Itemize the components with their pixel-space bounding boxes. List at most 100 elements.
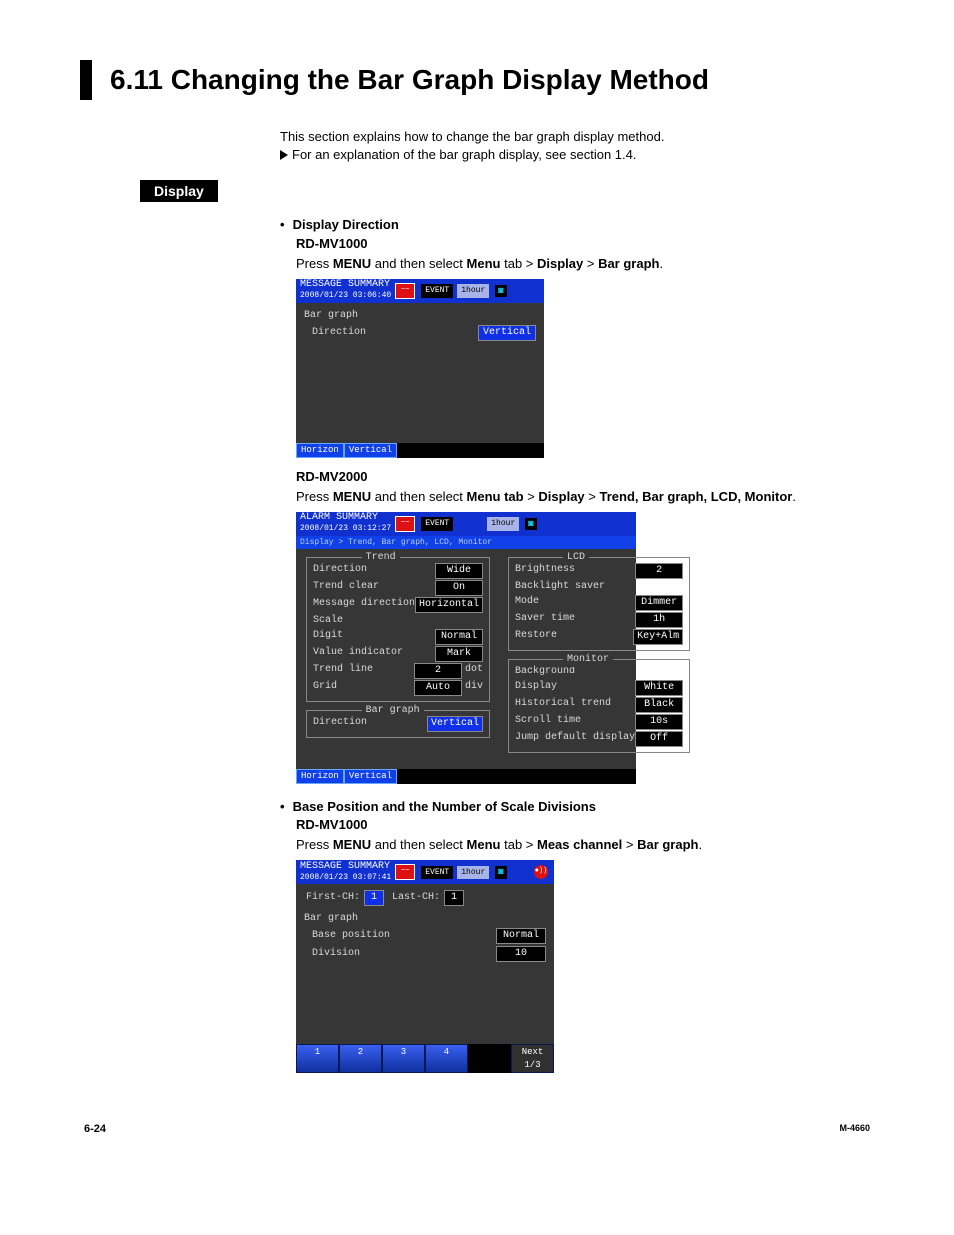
menu-bold: Display [537,256,583,271]
ss1-tab-horizon[interactable]: Horizon [296,443,344,458]
camera-icon: ◙ [494,284,507,299]
l: Digit [313,629,435,645]
v[interactable]: White [635,680,683,696]
group-bargraph: Bar graph DirectionVertical [306,710,490,738]
t: . [698,837,702,852]
t: > [622,837,637,852]
l: Background [515,665,683,679]
screenshot-mv1000-direction: MESSAGE SUMMARY 2008/01/23 03:06:40 ~~ E… [296,279,544,458]
tab-next[interactable]: Next 1/3 [511,1044,554,1073]
ss3-event: EVENT [421,866,453,879]
v[interactable]: Vertical [427,716,483,732]
ss3-date: 2008/01/23 03:07:41 [300,872,391,883]
last-ch-label: Last-CH: [392,891,440,905]
last-ch-field[interactable]: Last-CH: 1 [392,890,464,906]
ss2-left-col: Trend DirectionWide Trend clearOn Messag… [306,557,490,761]
sfx: div [465,680,483,696]
bullet-base-position: • Base Position and the Number of Scale … [280,798,874,816]
tab-4[interactable]: 4 [425,1044,468,1073]
ss3-body: First-CH: 1 Last-CH: 1 Bar graph Base po… [296,884,554,1044]
l: Direction [313,716,427,732]
screenshot-mv1000-basepos: MESSAGE SUMMARY 2008/01/23 03:07:41 ~~ E… [296,860,554,1073]
intro-crossref: For an explanation of the bar graph disp… [280,146,874,164]
ss1-date: 2008/01/23 03:06:40 [300,290,391,301]
t: Press [296,256,333,271]
menu-bold: Menu [467,837,501,852]
l: Scale [313,614,483,628]
v[interactable]: Black [635,697,683,713]
v[interactable]: Normal [435,629,483,645]
menu-bold: MENU [333,489,371,504]
ss2-tab-vertical[interactable]: Vertical [344,769,397,784]
group-trend: Trend DirectionWide Trend clearOn Messag… [306,557,490,702]
heading-display-direction: Display Direction [293,216,399,234]
ss3-group-label: Bar graph [304,912,546,926]
l: Saver time [515,612,635,628]
bullet-display-direction: • Display Direction [280,216,874,234]
v[interactable]: Horizontal [415,597,483,613]
tab-2[interactable]: 2 [339,1044,382,1073]
menu-bold: Meas channel [537,837,622,852]
l: Restore [515,629,633,645]
l: Trend clear [313,580,435,596]
l: Message direction [313,597,415,613]
t: and then select [371,489,466,504]
v[interactable]: Auto [414,680,462,696]
l: Jump default display [515,731,635,747]
step-mv2000: Press MENU and then select Menu tab > Di… [296,488,874,506]
tab-1[interactable]: 1 [296,1044,339,1073]
ss2-event: EVENT [421,517,453,530]
ss1-body: Bar graph Direction Vertical [296,303,544,443]
t: tab > [500,256,537,271]
ss2-titlebar: ALARM SUMMARY 2008/01/23 03:12:27 ~~ EVE… [296,512,636,536]
v[interactable]: 2 [635,563,683,579]
v[interactable]: On [435,580,483,596]
ss1-footer: Horizon Vertical [296,443,544,458]
t: and then select [371,837,466,852]
menu-bold: Display [538,489,584,504]
ss1-direction-row[interactable]: Direction Vertical [304,325,536,341]
basepos-row[interactable]: Base position Normal [304,928,546,944]
ss2-tab-horizon[interactable]: Horizon [296,769,344,784]
v[interactable]: Key+Alm [633,629,683,645]
v[interactable]: Wide [435,563,483,579]
v[interactable]: Dimmer [635,595,683,611]
menu-bold: Trend, Bar graph, LCD, Monitor [600,489,793,504]
section-label-display: Display [140,180,218,202]
ss1-title: MESSAGE SUMMARY [300,280,391,290]
heading-mv2000: RD-MV2000 [296,468,874,486]
v[interactable]: Mark [435,646,483,662]
l: Direction [313,563,435,579]
v[interactable]: Off [635,731,683,747]
last-ch-value: 1 [444,890,464,906]
ss2-right-col: LCD Brightness2 Backlight saver ModeDimm… [508,557,690,761]
ss3-title: MESSAGE SUMMARY [300,862,391,872]
first-ch-field[interactable]: First-CH: 1 [306,890,384,906]
tab-3[interactable]: 3 [382,1044,425,1073]
t: and then select [371,256,466,271]
ss1-group-label: Bar graph [304,309,536,323]
intro-text-1: This section explains how to change the … [280,128,874,146]
ss2-date: 2008/01/23 03:12:27 [300,523,391,534]
group-lcd: LCD Brightness2 Backlight saver ModeDimm… [508,557,690,651]
v[interactable]: 10s [635,714,683,730]
bullet-icon: • [280,798,285,816]
ss1-tab-vertical[interactable]: Vertical [344,443,397,458]
alarm-icon: ~~ [395,283,415,299]
page-footer: 6-24 M-4660 [80,1123,874,1135]
v[interactable]: 2 [414,663,462,679]
basepos-value: Normal [496,928,546,944]
t: Press [296,489,333,504]
l: Backlight saver [515,580,683,594]
ss3-titlebar: MESSAGE SUMMARY 2008/01/23 03:07:41 ~~ E… [296,860,554,884]
ss2-breadcrumb: Display > Trend, Bar graph, LCD, Monitor [296,536,636,549]
menu-bold: Bar graph [598,256,659,271]
ss1-direction-value: Vertical [478,325,536,341]
division-row[interactable]: Division 10 [304,946,546,962]
t: . [792,489,796,504]
v[interactable]: 1h [635,612,683,628]
l: Trend line [313,663,414,679]
t: > [583,256,598,271]
l: Scroll time [515,714,635,730]
t: tab > [500,837,537,852]
